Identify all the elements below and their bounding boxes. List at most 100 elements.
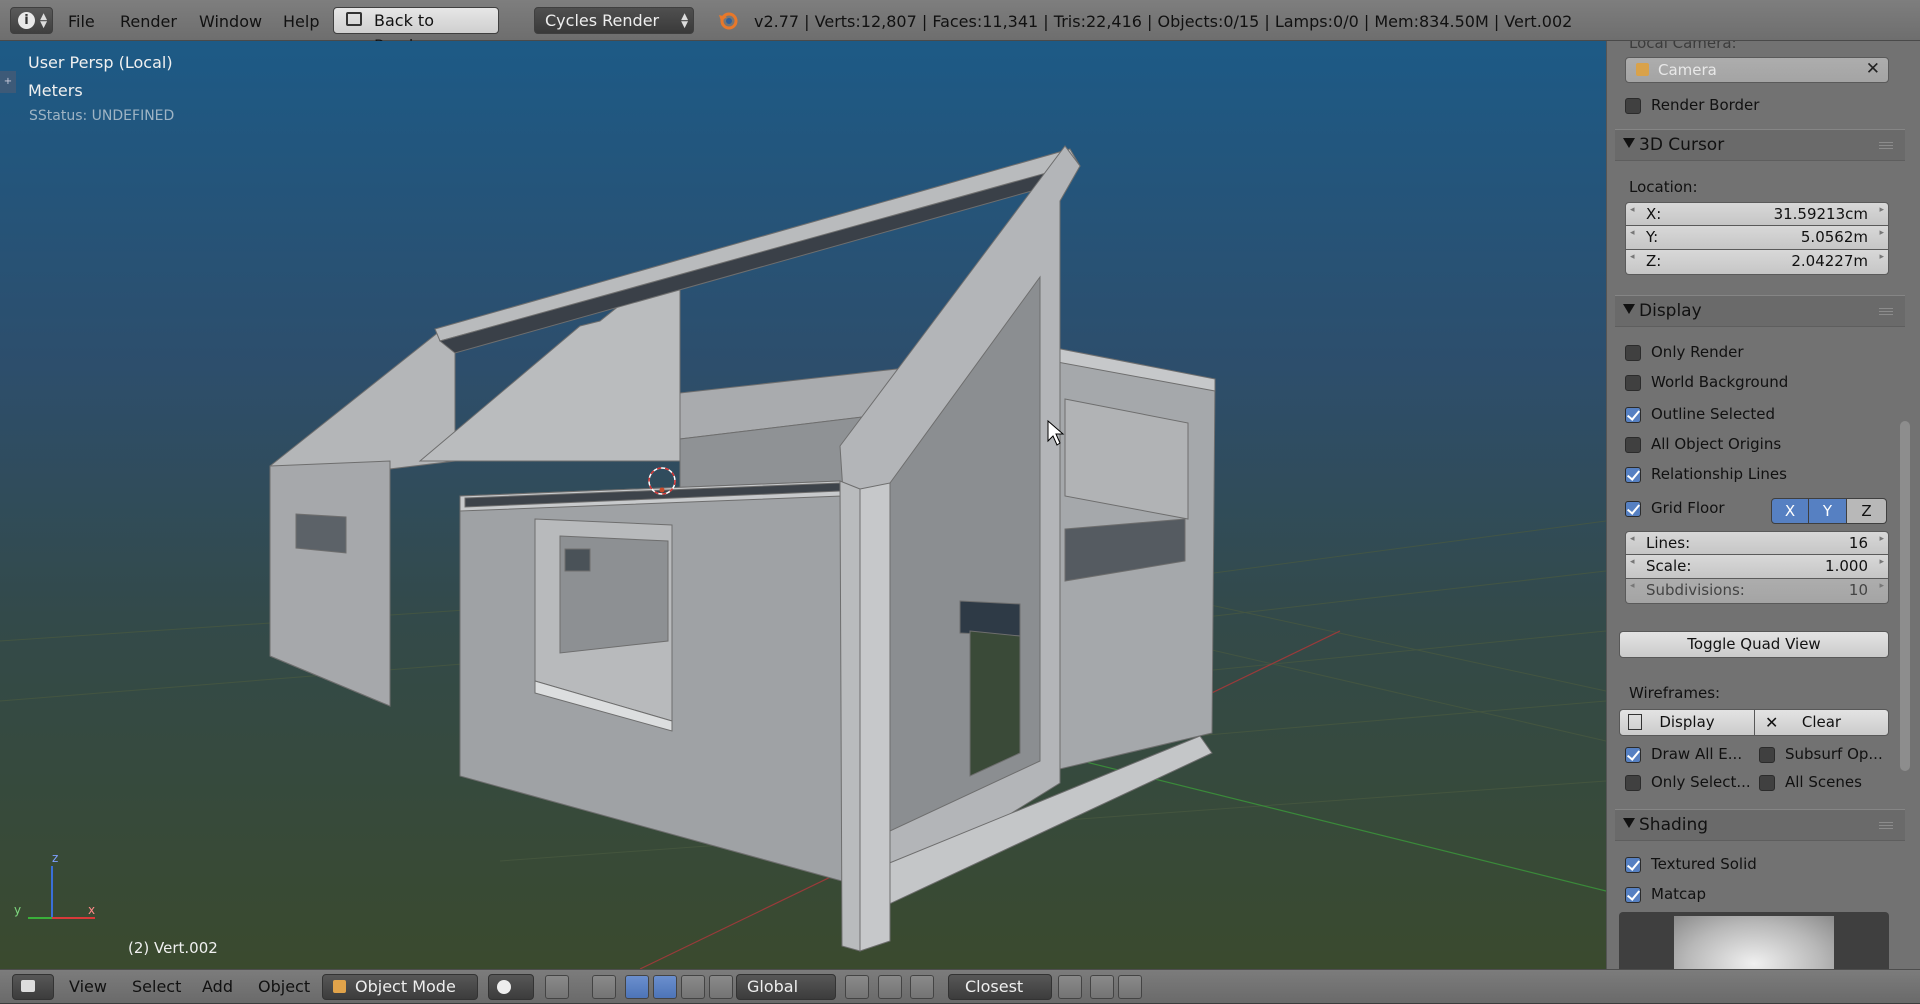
only-selected-checkbox[interactable] [1625, 775, 1641, 791]
translate-manipulator-icon[interactable] [625, 975, 649, 999]
cursor-y-label: Y: [1646, 228, 1659, 246]
menu-select[interactable]: Select [132, 970, 181, 1004]
editor-type-3dview-selector[interactable] [12, 974, 54, 1000]
blender-logo-icon [719, 12, 738, 30]
local-camera-field[interactable]: Camera ✕ [1625, 57, 1889, 83]
world-background-label: World Background [1651, 373, 1789, 391]
grid-floor-checkbox[interactable] [1625, 501, 1641, 517]
editor-type-selector[interactable]: i ▲ ▼ [10, 7, 53, 34]
snap-element-icon[interactable] [910, 975, 934, 999]
3d-viewport[interactable]: + User Persp (Local) Meters SStatus: UND… [0, 41, 1606, 969]
grid-axis-y-toggle[interactable]: Y [1809, 498, 1847, 524]
clear-camera-icon[interactable]: ✕ [1866, 59, 1880, 79]
outline-selected-checkbox[interactable] [1625, 407, 1641, 423]
wireframes-label: Wireframes: [1629, 684, 1721, 702]
object-mode-icon [333, 980, 346, 993]
wireframe-display-label: Display [1659, 713, 1715, 731]
opengl-render-image-icon[interactable] [1090, 975, 1114, 999]
snap-align-rotation-icon[interactable] [1058, 975, 1082, 999]
camera-object-icon [1636, 63, 1649, 76]
rotate-manipulator-icon[interactable] [653, 975, 677, 999]
axis-y-label: y [14, 903, 22, 917]
axis-z-label: z [52, 851, 59, 865]
info-header: i ▲▼ File Render Window Help Back to Pre… [0, 0, 1920, 55]
back-icon [346, 12, 362, 26]
cursor-x-field[interactable]: ◂ X: 31.59213cm ▸ [1625, 202, 1889, 226]
back-to-previous-button[interactable]: Back to Previous [333, 7, 499, 55]
info-icon: i [18, 12, 35, 29]
shading-section-header[interactable]: Shading [1615, 809, 1905, 841]
grid-axis-z-toggle[interactable]: Z [1847, 498, 1887, 524]
relationship-lines-checkbox[interactable] [1625, 467, 1641, 483]
matcap-checkbox[interactable] [1625, 887, 1641, 903]
grid-subdivisions-value: 10 [1848, 581, 1868, 599]
subsurf-optimal-checkbox[interactable] [1759, 747, 1775, 763]
local-camera-label: Local Camera: [1629, 41, 1737, 52]
snap-target-value: Closest [965, 977, 1024, 996]
only-selected-label: Only Select... [1651, 773, 1751, 791]
cursor-x-value: 31.59213cm [1773, 205, 1868, 223]
scene-stats: v2.77 | Verts:12,807 | Faces:11,341 | Tr… [754, 12, 1573, 31]
all-object-origins-label: All Object Origins [1651, 435, 1782, 453]
matcap-label: Matcap [1651, 885, 1706, 903]
draw-all-edges-label: Draw All E... [1651, 745, 1743, 763]
manipulator-toggle-icon[interactable] [592, 975, 616, 999]
toolshelf-toggle[interactable]: + [0, 71, 16, 93]
pivot-point-icon[interactable] [545, 975, 569, 999]
3d-cursor-section-header[interactable]: 3D Cursor [1615, 129, 1905, 161]
properties-panel[interactable]: Local Camera: Camera ✕ Render Border 3D … [1606, 41, 1920, 969]
cursor-z-label: Z: [1646, 252, 1662, 270]
menu-view[interactable]: View [69, 970, 107, 1004]
wireframe-clear-button[interactable]: ✕ Clear [1754, 709, 1889, 736]
viewport-scene [0, 145, 1606, 969]
transform-orientation-icon[interactable] [709, 975, 733, 999]
viewport-header: View Select Add Object Object Mode Globa… [0, 969, 1920, 1003]
render-engine-selector[interactable]: Cycles Render ▲ ▼ [534, 7, 694, 34]
only-render-checkbox[interactable] [1625, 345, 1641, 361]
interaction-mode-selector[interactable]: Object Mode [322, 974, 478, 1000]
viewport-shading-selector[interactable] [488, 974, 534, 1000]
wireframe-display-icon [1628, 714, 1642, 730]
grid-axis-x-toggle[interactable]: X [1771, 498, 1809, 524]
menu-add[interactable]: Add [202, 970, 233, 1004]
snap-toggle-icon[interactable] [878, 975, 902, 999]
render-border-checkbox[interactable] [1625, 98, 1641, 114]
wireframe-display-button[interactable]: Display [1619, 709, 1755, 736]
cursor-y-field[interactable]: ◂ Y: 5.0562m ▸ [1625, 226, 1889, 250]
toggle-quad-view-button[interactable]: Toggle Quad View [1619, 631, 1889, 658]
display-title: Display [1639, 301, 1702, 321]
transform-orientation-value: Global [747, 977, 799, 996]
drag-grip-icon[interactable] [1879, 142, 1893, 149]
proportional-editing-icon[interactable] [845, 975, 869, 999]
all-scenes-checkbox[interactable] [1759, 775, 1775, 791]
grid-subdivisions-field[interactable]: ◂ Subdivisions: 10 ▸ [1625, 579, 1889, 604]
scale-manipulator-icon[interactable] [681, 975, 705, 999]
render-border-label: Render Border [1651, 96, 1760, 114]
relationship-lines-label: Relationship Lines [1651, 465, 1787, 483]
menu-window[interactable]: Window [199, 0, 262, 41]
menu-object[interactable]: Object [258, 970, 310, 1004]
menu-render[interactable]: Render [120, 0, 177, 41]
transform-orientation-selector[interactable]: Global [736, 974, 836, 1000]
all-object-origins-checkbox[interactable] [1625, 437, 1641, 453]
snap-target-selector[interactable]: Closest [948, 974, 1052, 1000]
opengl-render-animation-icon[interactable] [1118, 975, 1142, 999]
camera-value: Camera [1658, 61, 1717, 79]
world-background-checkbox[interactable] [1625, 375, 1641, 391]
matcap-preview[interactable] [1619, 912, 1889, 969]
properties-scrollbar[interactable] [1900, 421, 1910, 771]
draw-all-edges-checkbox[interactable] [1625, 747, 1641, 763]
grid-lines-field[interactable]: ◂ Lines: 16 ▸ [1625, 531, 1889, 555]
3d-cursor-icon[interactable] [648, 467, 676, 495]
menu-help[interactable]: Help [283, 0, 319, 41]
drag-grip-icon[interactable] [1879, 822, 1893, 829]
matcap-sphere-image [1674, 916, 1834, 969]
only-render-label: Only Render [1651, 343, 1744, 361]
cursor-z-field[interactable]: ◂ Z: 2.04227m ▸ [1625, 250, 1889, 275]
cursor-x-label: X: [1646, 205, 1662, 223]
textured-solid-checkbox[interactable] [1625, 857, 1641, 873]
grid-scale-field[interactable]: ◂ Scale: 1.000 ▸ [1625, 555, 1889, 579]
menu-file[interactable]: File [68, 0, 95, 41]
drag-grip-icon[interactable] [1879, 308, 1893, 315]
display-section-header[interactable]: Display [1615, 295, 1905, 327]
